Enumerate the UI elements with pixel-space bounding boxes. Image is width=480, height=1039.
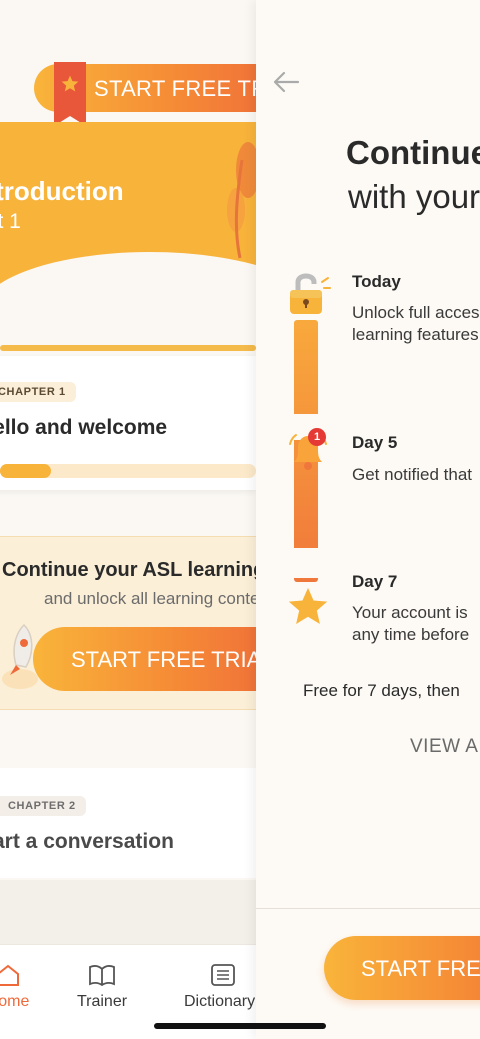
step-desc: Get notified that <box>352 465 473 484</box>
chapter-tag: CHAPTER 2 <box>0 796 86 816</box>
unit-banner[interactable]: Introduction Unit 1 <box>0 122 256 302</box>
start-trial-pill-label: START FREE TRIAL <box>94 76 256 101</box>
promo-headline: Continue your ASL learning <box>2 559 256 581</box>
leaf-illustration <box>227 142 256 259</box>
step-desc: any time before <box>352 625 470 644</box>
tab-label: Trainer <box>76 993 128 1010</box>
trial-sheet: Continue with your Today Unlock full acc… <box>256 0 480 1039</box>
start-trial-button[interactable]: START FREE TRIAL <box>324 936 480 1000</box>
star-icon <box>61 75 79 92</box>
chapter-card-1[interactable]: CHAPTER 1 Hello and welcome <box>0 356 256 490</box>
chapter-tag: CHAPTER 1 <box>0 382 76 402</box>
step-title: Day 5 <box>352 433 398 452</box>
step-title: Day 7 <box>352 572 398 591</box>
chapter-progress-bar <box>0 464 256 478</box>
home-icon <box>0 964 19 986</box>
timeline-gap <box>290 548 322 578</box>
arrow-left-icon[interactable] <box>272 70 300 94</box>
unit-title: Introduction <box>0 176 124 206</box>
chapter-progress-fill <box>0 464 52 478</box>
list-icon <box>211 964 235 986</box>
locked-chapter-placeholder <box>0 880 256 944</box>
tab-home[interactable]: Home <box>0 963 46 1011</box>
footer-divider <box>256 908 480 909</box>
home-indicator <box>154 1023 326 1029</box>
sheet-title: Continue <box>346 134 480 171</box>
unit-divider <box>0 345 256 351</box>
price-note: Free for 7 days, then <box>303 681 460 700</box>
start-trial-pill-button[interactable]: START FREE TRIAL <box>34 62 256 126</box>
chapter-title: Hello and welcome <box>0 416 168 439</box>
step-desc: Unlock full access <box>352 303 480 322</box>
sheet-subtitle: with your <box>348 178 480 215</box>
book-icon <box>89 965 115 987</box>
promo-subline: and unlock all learning content <box>44 589 256 608</box>
banner-wave <box>0 252 256 302</box>
tab-dictionary[interactable]: Dictionary <box>176 963 256 1011</box>
tab-label: Home <box>0 993 30 1010</box>
view-all-plans-link[interactable]: VIEW ALL <box>410 736 480 758</box>
padlock-icon <box>290 273 331 314</box>
course-screen: START FREE TRIAL Introduction Unit 1 CHA… <box>0 0 256 1039</box>
star-icon <box>288 587 328 625</box>
ribbon-badge <box>54 62 86 126</box>
chapter-title: Start a conversation <box>0 830 174 853</box>
tab-trainer[interactable]: Trainer <box>64 963 140 1011</box>
step-desc: Your account is <box>352 603 468 622</box>
notification-badge: 1 <box>308 428 326 446</box>
trial-promo-card: Continue your ASL learning and unlock al… <box>0 536 256 710</box>
unit-subtitle: Unit 1 <box>0 210 21 233</box>
promo-button-label: START FREE TRIAL <box>71 647 256 672</box>
step-desc: learning features <box>352 325 479 344</box>
step-title: Today <box>352 272 401 291</box>
promo-start-trial-button[interactable]: START FREE TRIAL <box>33 627 256 691</box>
tab-label: Dictionary <box>184 993 256 1010</box>
chapter-card-2[interactable]: CHAPTER 2 Start a conversation <box>0 768 256 878</box>
start-trial-button-label: START FREE TRIAL <box>361 956 480 981</box>
